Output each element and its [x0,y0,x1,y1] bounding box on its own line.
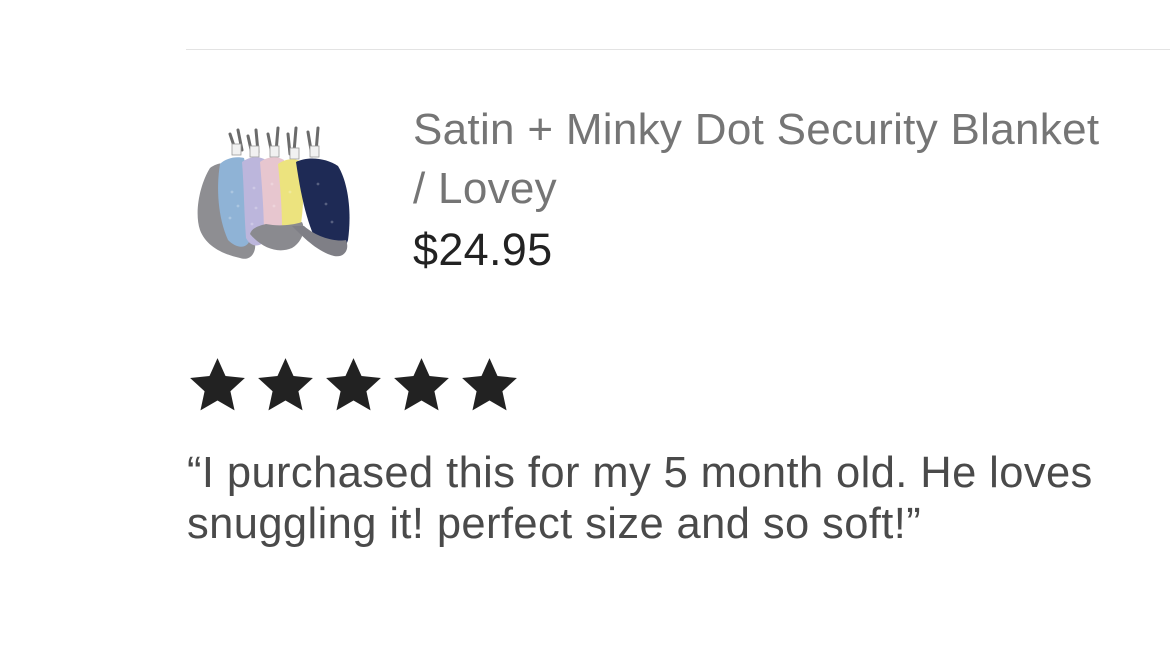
product-title[interactable]: Satin + Minky Dot Security Blanket / Lov… [413,100,1113,218]
review-text: “I purchased this for my 5 month old. He… [187,449,1093,548]
product-thumbnail[interactable] [192,122,358,268]
product-price: $24.95 [413,224,553,275]
blanket-product-photo-icon [197,126,350,259]
top-divider [186,49,1170,50]
product-card[interactable]: Satin + Minky Dot Security Blanket / Lov… [186,96,1136,286]
star-icon [322,354,385,416]
star-icon [186,354,249,416]
star-icon [390,354,453,416]
star-rating [186,354,521,416]
star-icon [254,354,317,416]
star-icon [458,354,521,416]
